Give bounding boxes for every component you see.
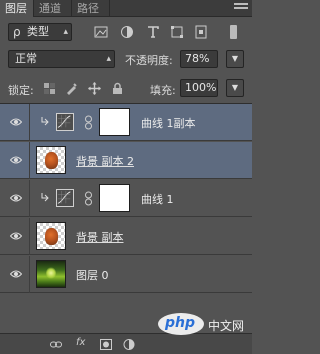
layer-name[interactable]: 曲线 1副本 — [141, 115, 196, 131]
tab-layers[interactable]: 图层 — [0, 0, 34, 17]
layer-mask-thumbnail[interactable] — [99, 108, 130, 136]
visibility-column[interactable] — [0, 256, 30, 293]
adjustment-filter-icon[interactable] — [120, 25, 134, 39]
opacity-input[interactable]: 78% — [180, 50, 218, 68]
filter-kind-select[interactable]: ρ 类型 ▴︎ — [8, 23, 72, 41]
add-mask-icon[interactable] — [100, 339, 112, 350]
layer-thumbnail[interactable] — [36, 146, 66, 174]
panel-tab-bar: 图层 通道 路径 — [0, 0, 252, 17]
clipping-mask-icon — [41, 193, 49, 202]
chevron-updown-icon: ▴︎ — [106, 54, 111, 64]
layer-row[interactable]: 曲线 1 — [0, 180, 252, 217]
eye-icon[interactable] — [10, 269, 22, 279]
eye-icon[interactable] — [10, 155, 22, 165]
layer-mask-thumbnail[interactable] — [99, 184, 130, 212]
layer-name[interactable]: 图层 0 — [76, 267, 109, 283]
smart-object-filter-icon[interactable] — [194, 25, 208, 39]
layer-row[interactable]: 背景 副本 — [0, 218, 252, 255]
watermark-logo-text: php — [165, 315, 196, 331]
opacity-label: 不透明度: — [125, 54, 173, 67]
type-filter-icon[interactable] — [146, 25, 160, 39]
filter-toggle-switch[interactable] — [226, 23, 244, 41]
lock-all-icon[interactable] — [111, 82, 124, 95]
lock-label: 锁定: — [8, 84, 34, 97]
search-icon: ρ — [13, 25, 21, 39]
image-filter-icon[interactable] — [94, 25, 108, 39]
lock-position-icon[interactable] — [88, 82, 101, 95]
layer-row[interactable]: 曲线 1副本 — [0, 104, 252, 141]
watermark-text: 中文网 — [208, 319, 245, 333]
link-icon[interactable] — [84, 115, 93, 130]
layer-row[interactable]: 图层 0 — [0, 256, 252, 293]
opacity-dropdown-button[interactable]: ▼︎ — [226, 50, 244, 68]
blend-mode-select[interactable]: 正常 ▴︎ — [8, 50, 115, 68]
layer-name[interactable]: 曲线 1 — [141, 191, 174, 207]
lock-image-pixels-icon[interactable] — [65, 82, 78, 95]
layer-thumbnail[interactable] — [36, 222, 66, 250]
layer-name[interactable]: 背景 副本 — [76, 229, 124, 245]
visibility-column[interactable] — [0, 218, 30, 255]
visibility-column[interactable] — [0, 142, 30, 179]
eye-icon[interactable] — [10, 117, 22, 127]
fill-input[interactable]: 100% — [180, 79, 218, 97]
layer-thumbnail[interactable] — [36, 260, 66, 288]
curves-adjustment-icon[interactable] — [56, 189, 74, 207]
visibility-column[interactable] — [0, 180, 30, 217]
link-icon[interactable] — [84, 191, 93, 206]
tab-paths[interactable]: 路径 — [72, 0, 110, 17]
layer-name[interactable]: 背景 副本 2 — [76, 153, 134, 169]
blend-mode-label: 正常 — [15, 52, 37, 65]
layer-row[interactable]: 背景 副本 2 — [0, 142, 252, 179]
new-adjustment-layer-icon[interactable] — [123, 339, 135, 350]
eye-icon[interactable] — [10, 231, 22, 241]
layers-list: 曲线 1副本 背景 副本 2 曲线 1 背景 副本 图层 0 — [0, 103, 252, 333]
filter-kind-label: 类型 — [27, 25, 49, 38]
watermark-logo: php 中文网 — [158, 311, 252, 337]
clipping-mask-icon — [41, 117, 49, 126]
curves-adjustment-icon[interactable] — [56, 113, 74, 131]
panel-menu-icon[interactable] — [234, 2, 248, 14]
fill-dropdown-button[interactable]: ▼︎ — [226, 79, 244, 97]
eye-icon[interactable] — [10, 193, 22, 203]
tab-channels[interactable]: 通道 — [34, 0, 72, 17]
lock-transparent-pixels-icon[interactable] — [43, 82, 56, 95]
link-layers-icon[interactable] — [50, 339, 62, 350]
shape-filter-icon[interactable] — [170, 25, 184, 39]
fill-label: 填充: — [150, 84, 176, 97]
fx-icon[interactable]: fx — [76, 337, 85, 348]
visibility-column[interactable] — [0, 104, 30, 141]
chevron-updown-icon: ▴︎ — [63, 27, 68, 37]
